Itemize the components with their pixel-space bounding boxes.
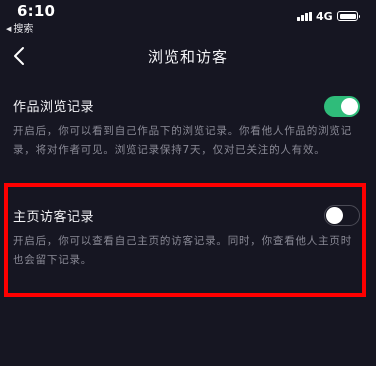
setting-title: 主页访客记录 — [13, 210, 95, 225]
status-bar: 6:10 ◀ 搜索 4G — [0, 0, 376, 35]
setting-profile-visitors: 主页访客记录 开启后，你可以查看自己主页的访客记录。同时，你查看他人主页时也会留… — [0, 200, 376, 280]
status-time: 6:10 — [17, 2, 56, 20]
battery-full-icon — [337, 11, 360, 21]
back-to-app-link[interactable]: ◀ 搜索 — [6, 20, 33, 35]
setting-description: 开启后，你可以看到自己作品下的浏览记录。你看他人作品的浏览记录，将对作者可见。浏… — [13, 125, 352, 156]
setting-title: 作品浏览记录 — [13, 100, 95, 115]
network-type: 4G — [316, 10, 333, 23]
back-to-app-label: 搜索 — [13, 24, 34, 35]
toggle-knob — [326, 206, 343, 224]
back-triangle-icon: ◀ — [6, 25, 12, 33]
navigation-bar: 浏览和访客 — [0, 38, 376, 74]
setting-description: 开启后，你可以查看自己主页的访客记录。同时，你查看他人主页时也会留下记录。 — [13, 235, 352, 266]
work-views-toggle[interactable] — [324, 96, 360, 117]
profile-visitors-toggle[interactable] — [324, 205, 360, 226]
page-title: 浏览和访客 — [147, 48, 228, 66]
toggle-knob — [341, 98, 358, 115]
setting-work-views: 作品浏览记录 开启后，你可以看到自己作品下的浏览记录。你看他人作品的浏览记录，将… — [0, 90, 376, 175]
signal-bars-icon — [297, 12, 314, 21]
